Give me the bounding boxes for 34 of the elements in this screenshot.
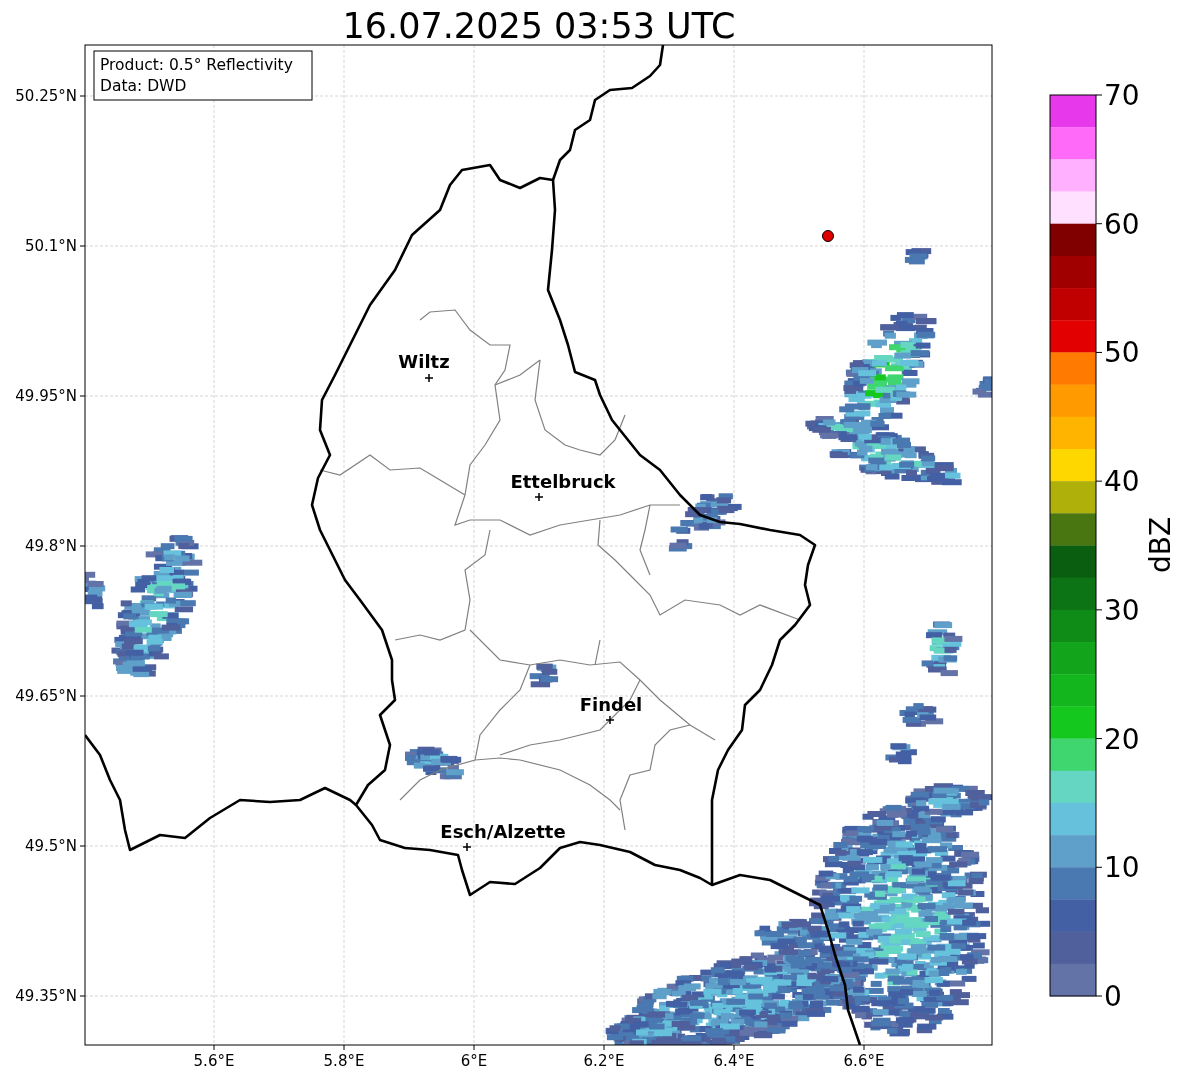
info-text: Data: DWD [100,77,187,95]
axis-tick-label: 49.5°N [24,837,77,855]
colorbar-tick-label: 20 [1104,722,1140,756]
axis-tick-label: 6.4°E [713,1052,755,1070]
axis-tick-label: 49.8°N [24,537,77,555]
axis-tick-label: 5.8°E [323,1052,365,1070]
colorbar-label: dBZ [1144,516,1177,574]
colorbar-tick-label: 70 [1104,79,1140,112]
chart-title: 16.07.2025 03:53 UTC [342,6,736,46]
city-label: Wiltz [398,351,450,372]
colorbar-tick-label: 30 [1104,593,1140,627]
axis-tick-label: 6.2°E [583,1052,625,1070]
axis-tick-label: 6.6°E [843,1052,885,1070]
city-label: Esch/Alzette [440,821,566,842]
colorbar-tick-label: 50 [1104,336,1140,370]
axis-tick-label: 50.25°N [15,87,77,105]
city-marker-icon [605,715,615,725]
city-marker-icon [462,842,472,852]
axis-tick-label: 50.1°N [24,237,77,255]
radar-site-marker [822,230,834,242]
info-text: Product: 0.5° Reflectivity [100,56,293,74]
axis-tick-label: 5.6°E [193,1052,235,1070]
city-label: Findel [579,694,643,715]
colorbar-tick-label: 10 [1104,851,1140,885]
axis-tick-label: 49.95°N [15,387,77,405]
axis-tick-label: 6°E [460,1052,488,1070]
colorbar-tick-label: 0 [1104,980,1122,1013]
axis-tick-label: 49.35°N [15,987,77,1005]
city-label: Ettelbruck [510,471,616,492]
colorbar-tick-label: 40 [1104,465,1140,499]
axis-tick-label: 49.65°N [15,687,77,705]
city-marker-icon [424,373,434,383]
colorbar-tick-label: 60 [1104,207,1140,241]
city-marker-icon [534,492,544,502]
